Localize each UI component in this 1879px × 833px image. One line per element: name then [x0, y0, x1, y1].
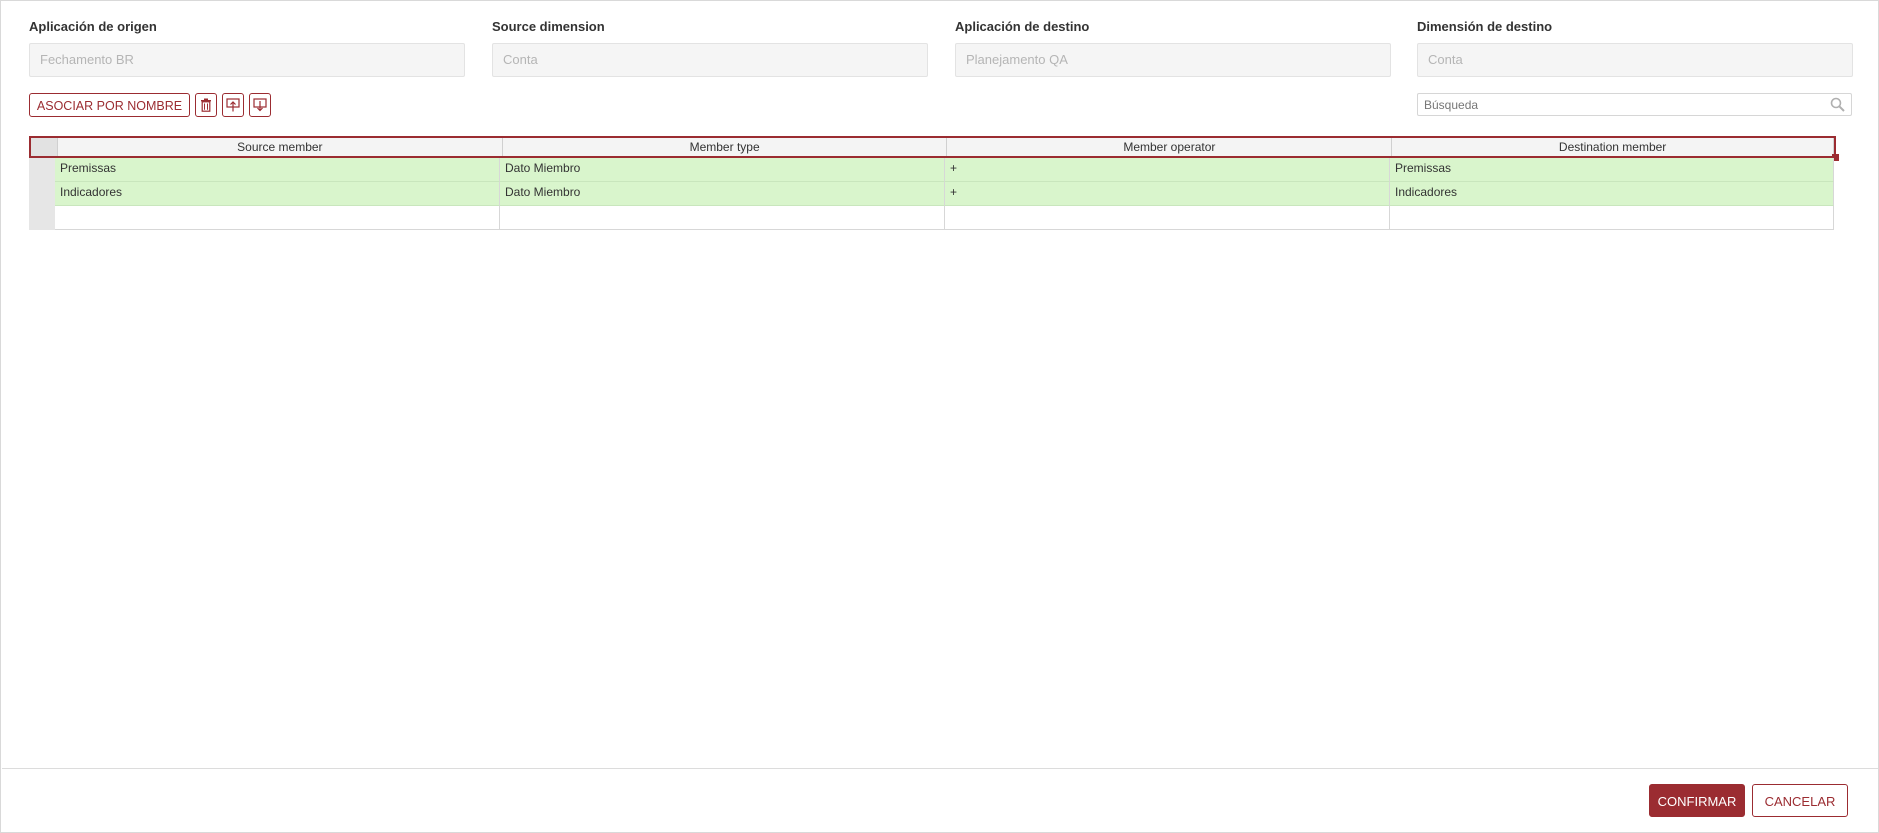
associate-by-name-button[interactable]: ASOCIAR POR NOMBRE: [29, 93, 190, 117]
cell-member-operator[interactable]: +: [945, 158, 1390, 182]
cell-destination-member-empty[interactable]: [1390, 206, 1834, 230]
cell-destination-member[interactable]: Premissas: [1390, 158, 1834, 182]
destination-dimension-label: Dimensión de destino: [1417, 19, 1553, 34]
cell-source-member[interactable]: Premissas: [55, 158, 500, 182]
column-header-source-member[interactable]: Source member: [58, 138, 503, 156]
search-box: [1417, 93, 1852, 116]
row-header[interactable]: [29, 182, 55, 206]
source-application-label: Aplicación de origen: [29, 19, 157, 34]
cancel-button[interactable]: CANCELAR: [1752, 784, 1848, 817]
table-row[interactable]: Premissas Dato Miembro + Premissas: [29, 158, 1836, 182]
destination-application-input: Planejamento QA: [955, 43, 1391, 77]
grid-header: Source member Member type Member operato…: [29, 136, 1839, 161]
cell-source-member[interactable]: Indicadores: [55, 182, 500, 206]
column-header-destination-member[interactable]: Destination member: [1392, 138, 1834, 156]
dialog-frame: Aplicación de origen Fechamento BR Sourc…: [0, 0, 1879, 833]
cell-member-type[interactable]: Dato Miembro: [500, 182, 945, 206]
trash-icon: [201, 98, 211, 112]
search-input[interactable]: [1418, 94, 1824, 115]
source-dimension-label: Source dimension: [492, 19, 605, 34]
cell-source-member-empty[interactable]: [55, 206, 500, 230]
cell-member-operator-empty[interactable]: [945, 206, 1390, 230]
column-header-member-type[interactable]: Member type: [503, 138, 948, 156]
source-dimension-field: Source dimension Conta: [492, 17, 928, 77]
source-application-field: Aplicación de origen Fechamento BR: [29, 17, 465, 77]
source-application-input: Fechamento BR: [29, 43, 465, 77]
confirm-button[interactable]: CONFIRMAR: [1649, 784, 1745, 817]
source-dimension-input: Conta: [492, 43, 928, 77]
grid-corner[interactable]: [31, 138, 58, 156]
cell-member-type-empty[interactable]: [500, 206, 945, 230]
footer-divider: [2, 768, 1878, 769]
mapping-fields: Aplicación de origen Fechamento BR Sourc…: [29, 17, 1853, 77]
move-up-button[interactable]: [222, 93, 244, 117]
new-row[interactable]: [29, 206, 1836, 230]
search-icon[interactable]: [1830, 97, 1845, 112]
cell-member-type[interactable]: Dato Miembro: [500, 158, 945, 182]
cell-destination-member[interactable]: Indicadores: [1390, 182, 1834, 206]
arrow-up-box-icon: [226, 98, 240, 112]
destination-application-label: Aplicación de destino: [955, 19, 1090, 34]
move-down-button[interactable]: [249, 93, 271, 117]
delete-row-button[interactable]: [195, 93, 217, 117]
grid-body: Premissas Dato Miembro + Premissas Indic…: [29, 158, 1836, 230]
cell-member-operator[interactable]: +: [945, 182, 1390, 206]
table-row[interactable]: Indicadores Dato Miembro + Indicadores: [29, 182, 1836, 206]
destination-dimension-input: Conta: [1417, 43, 1853, 77]
arrow-down-box-icon: [253, 98, 267, 112]
mapping-grid: Source member Member type Member operato…: [29, 136, 1839, 230]
column-header-member-operator[interactable]: Member operator: [947, 138, 1393, 156]
destination-application-field: Aplicación de destino Planejamento QA: [955, 17, 1391, 77]
row-header[interactable]: [29, 206, 55, 230]
row-header[interactable]: [29, 158, 55, 182]
destination-dimension-field: Dimensión de destino Conta: [1417, 17, 1853, 77]
